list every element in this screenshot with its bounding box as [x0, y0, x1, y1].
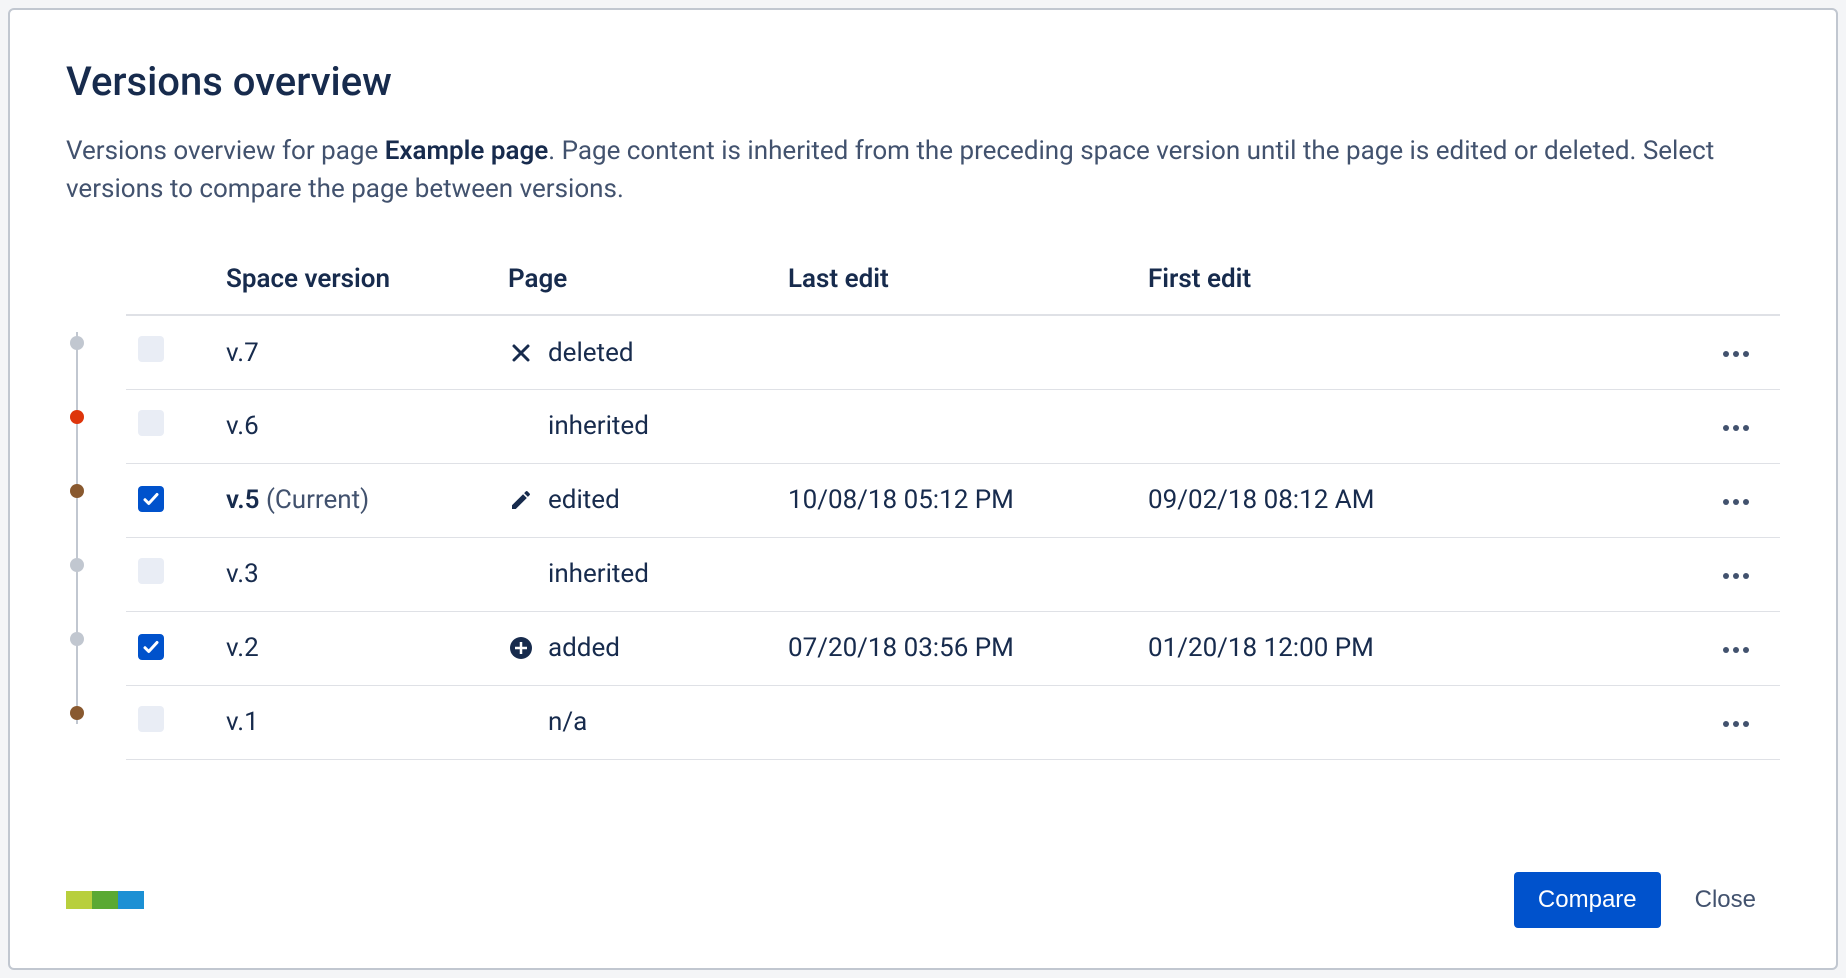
first-edit-cell [1136, 389, 1700, 463]
col-header-last-edit: Last edit [776, 248, 1136, 315]
last-edit-cell: 10/08/18 05:12 PM [776, 463, 1136, 537]
timeline-dot [70, 410, 84, 424]
table-row: v.7 deleted [126, 315, 1780, 389]
version-suffix: (Current) [260, 485, 370, 515]
row-checkbox[interactable] [138, 486, 164, 512]
compare-button[interactable]: Compare [1514, 872, 1661, 928]
versions-table: Space version Page Last edit First edit … [126, 248, 1780, 760]
row-actions-menu[interactable] [1716, 561, 1756, 591]
first-edit-cell [1136, 685, 1700, 759]
timeline-line [76, 332, 78, 724]
timeline-dot [70, 336, 84, 350]
table-container: Space version Page Last edit First edit … [66, 248, 1780, 822]
dialog-description: Versions overview for page Example page.… [66, 133, 1780, 208]
brand-bar-segment [92, 891, 118, 909]
timeline-dot [70, 558, 84, 572]
empty-icon [508, 709, 534, 735]
table-row: v.6 inherited [126, 389, 1780, 463]
row-actions-menu[interactable] [1716, 487, 1756, 517]
row-checkbox[interactable] [138, 558, 164, 584]
row-checkbox[interactable] [138, 336, 164, 362]
dialog-footer: Compare Close [66, 862, 1780, 928]
desc-page-name: Example page [385, 136, 549, 166]
page-status: inherited [548, 559, 649, 589]
brand-bar-segment [118, 891, 144, 909]
version-label: v.1 [226, 707, 259, 737]
last-edit-cell [776, 389, 1136, 463]
row-checkbox[interactable] [138, 706, 164, 732]
x-icon [508, 340, 534, 366]
last-edit-cell [776, 315, 1136, 389]
versions-overview-dialog: Versions overview Versions overview for … [8, 8, 1838, 970]
timeline-dot [70, 632, 84, 646]
row-actions-menu[interactable] [1716, 339, 1756, 369]
page-status: inherited [548, 411, 649, 441]
version-label: v.3 [226, 559, 259, 589]
version-label: v.7 [226, 338, 259, 368]
empty-icon [508, 561, 534, 587]
close-button[interactable]: Close [1671, 872, 1780, 928]
col-header-first-edit: First edit [1136, 248, 1700, 315]
first-edit-cell [1136, 315, 1700, 389]
timeline-dot [70, 484, 84, 498]
table-row: v.1 n/a [126, 685, 1780, 759]
row-actions-menu[interactable] [1716, 709, 1756, 739]
version-label: v.6 [226, 411, 259, 441]
row-actions-menu[interactable] [1716, 413, 1756, 443]
last-edit-cell [776, 537, 1136, 611]
page-status: added [548, 633, 620, 663]
col-header-page: Page [496, 248, 776, 315]
last-edit-cell [776, 685, 1136, 759]
empty-icon [508, 413, 534, 439]
first-edit-cell: 09/02/18 08:12 AM [1136, 463, 1700, 537]
table-row: v.5 (Current) edited 10/08/18 05:12 PM09/0… [126, 463, 1780, 537]
page-status: edited [548, 485, 620, 515]
version-label: v.5 [226, 485, 260, 515]
first-edit-cell: 01/20/18 12:00 PM [1136, 611, 1700, 685]
footer-buttons: Compare Close [1514, 872, 1780, 928]
desc-prefix: Versions overview for page [66, 136, 385, 166]
page-status: deleted [548, 338, 634, 368]
pencil-icon [508, 487, 534, 513]
row-actions-menu[interactable] [1716, 635, 1756, 665]
timeline [66, 306, 126, 750]
last-edit-cell: 07/20/18 03:56 PM [776, 611, 1136, 685]
col-header-actions [1700, 248, 1780, 315]
brand-color-bars [66, 891, 144, 909]
timeline-dot [70, 706, 84, 720]
row-checkbox[interactable] [138, 410, 164, 436]
brand-bar-segment [66, 891, 92, 909]
col-header-version: Space version [186, 248, 496, 315]
table-row: v.2 added 07/20/18 03:56 PM01/20/18 12:00 … [126, 611, 1780, 685]
first-edit-cell [1136, 537, 1700, 611]
row-checkbox[interactable] [138, 634, 164, 660]
plus-circle-icon [508, 635, 534, 661]
col-header-checkbox [126, 248, 186, 315]
version-label: v.2 [226, 633, 259, 663]
table-row: v.3 inherited [126, 537, 1780, 611]
dialog-title: Versions overview [66, 58, 1780, 105]
page-status: n/a [548, 707, 587, 737]
